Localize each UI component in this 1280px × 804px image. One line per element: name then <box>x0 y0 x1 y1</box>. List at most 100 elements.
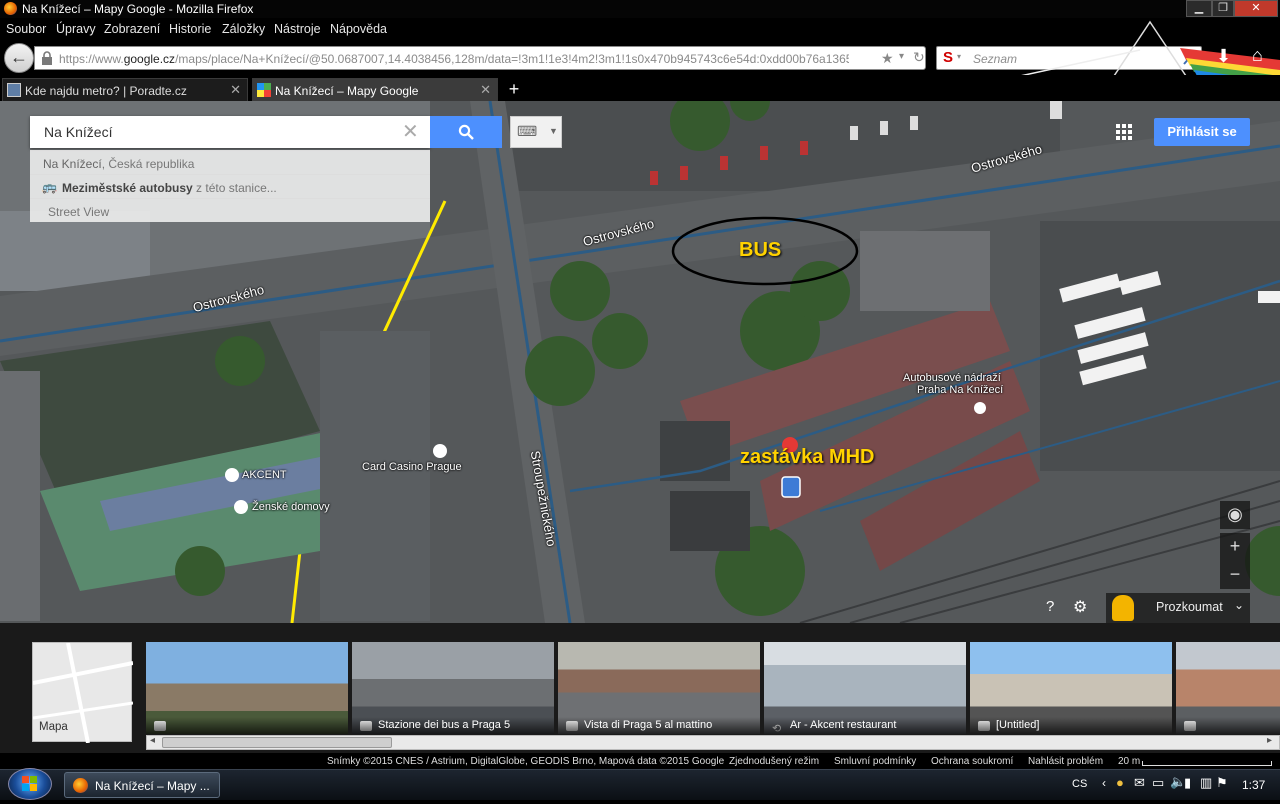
photo-thumbnail[interactable] <box>1176 642 1280 734</box>
privacy-link[interactable]: Ochrana soukromí <box>931 756 1013 767</box>
seznam-icon[interactable]: S <box>943 49 953 66</box>
start-button[interactable] <box>8 768 52 800</box>
street-view-link[interactable]: Street View <box>30 198 430 222</box>
photo-thumbnail[interactable]: Stazione dei bus a Praga 5 <box>352 642 554 734</box>
scroll-right-icon[interactable]: ▸ <box>1267 735 1272 746</box>
bookmark-star-icon[interactable]: ★ <box>881 50 894 67</box>
tab-close-icon[interactable]: ✕ <box>480 82 491 98</box>
photo-caption <box>146 717 348 734</box>
tab-close-icon[interactable]: ✕ <box>230 82 241 98</box>
chevron-down-icon: ▼ <box>549 126 558 136</box>
dorm-label[interactable]: Ženské domovy <box>252 501 330 513</box>
downloads-icon[interactable]: ⬇ <box>1216 46 1231 67</box>
menu-zalozky[interactable]: Záložky <box>222 22 265 36</box>
explore-button[interactable]: Prozkoumat ⌄ <box>1106 593 1250 623</box>
page-favicon-icon <box>7 83 21 97</box>
firefox-icon <box>4 2 17 15</box>
tab-mapy-google[interactable]: Na Knížecí – Mapy Google ✕ <box>252 78 498 101</box>
scale-label: 20 m <box>1118 756 1141 767</box>
zoom-out-button[interactable]: − <box>1220 561 1250 589</box>
window-title: Na Knížecí – Mapy Google - Mozilla Firef… <box>22 2 254 16</box>
hotel-poi-icon[interactable] <box>225 468 239 482</box>
bus-annotation: BUS <box>739 239 782 261</box>
scrollbar-thumb[interactable] <box>162 737 392 748</box>
clear-search-icon[interactable]: ✕ <box>402 119 419 144</box>
google-maps-favicon-icon <box>257 83 271 97</box>
tray-expand-icon[interactable]: ‹ <box>1102 776 1106 790</box>
search-input[interactable]: Na Knížecí <box>44 124 112 140</box>
bus-station-label[interactable]: Autobusové nádraží <box>903 372 1001 384</box>
zoom-in-button[interactable]: + <box>1220 533 1250 561</box>
new-tab-button[interactable]: + <box>504 79 524 99</box>
photo-caption: Ar - Akcent restaurant <box>764 717 966 734</box>
casino-label[interactable]: Card Casino Prague <box>362 461 462 473</box>
photo-caption: Stazione dei bus a Praga 5 <box>352 717 554 734</box>
menu-soubor[interactable]: Soubor <box>6 22 46 36</box>
menu-historie[interactable]: Historie <box>169 22 211 36</box>
sign-in-button[interactable]: Přihlásit se <box>1154 118 1250 146</box>
notification-icon[interactable]: ⚑ <box>1216 775 1228 791</box>
tab-label: Na Knížecí – Mapy Google <box>275 84 419 98</box>
taskbar-firefox-item[interactable]: Na Knížecí – Mapy ... <box>64 772 220 798</box>
bus-icon: 🚌 <box>42 180 57 194</box>
network-icon[interactable]: ▥ <box>1200 775 1212 791</box>
battery-icon[interactable]: ▮ <box>1184 775 1191 791</box>
simple-mode-link[interactable]: Zjednodušený režim <box>729 756 819 767</box>
search-icon <box>458 124 474 140</box>
suggestion-item[interactable]: 🚌 Meziměstské autobusy z této stanice... <box>30 174 430 198</box>
search-button[interactable] <box>430 116 502 148</box>
mail-icon[interactable]: ✉ <box>1134 775 1145 791</box>
photo-thumbnail[interactable]: Vista di Praga 5 al mattino <box>558 642 760 734</box>
input-tools-button[interactable]: ⌨ ▼ <box>510 116 562 148</box>
terms-link[interactable]: Smluvní podmínky <box>834 756 916 767</box>
explore-label: Prozkoumat <box>1156 600 1223 614</box>
home-icon[interactable]: ⌂ <box>1252 45 1263 66</box>
report-problem-link[interactable]: Nahlásit problém <box>1028 756 1103 767</box>
address-bar[interactable]: https://www.google.cz/maps/place/Na+Kníž… <box>34 46 926 70</box>
language-indicator[interactable]: CS <box>1072 778 1087 790</box>
scale-bar <box>1142 761 1272 766</box>
suggestion-item[interactable]: Na Knížecí, Česká republika <box>30 150 430 174</box>
search-engine-placeholder: Seznam <box>973 52 1018 66</box>
tray-app-icon[interactable]: ● <box>1116 775 1124 790</box>
my-location-button[interactable]: ◉ <box>1220 501 1250 529</box>
windows-logo-icon <box>22 776 37 791</box>
apps-grid-icon[interactable] <box>1116 124 1132 140</box>
bus-stop-icon[interactable] <box>781 476 801 498</box>
map-footer: Snímky ©2015 CNES / Astrium, DigitalGlob… <box>0 753 1280 769</box>
minimize-button[interactable]: ▁ <box>1186 0 1212 17</box>
maps-search-box[interactable]: Na Knížecí ✕ <box>30 116 430 148</box>
menu-napoveda[interactable]: Nápověda <box>330 22 387 36</box>
maximize-button[interactable]: ❐ <box>1212 0 1234 17</box>
reload-icon[interactable]: ↻ <box>913 49 925 66</box>
menu-upravy[interactable]: Úpravy <box>56 22 96 36</box>
hotel-label[interactable]: AKCENT <box>242 469 287 481</box>
keyboard-icon: ⌨ <box>517 123 538 139</box>
map-view-label: Mapa <box>39 721 68 733</box>
bus-station-label[interactable]: Praha Na Knížecí <box>917 384 1003 396</box>
close-window-button[interactable]: ✕ <box>1234 0 1278 17</box>
menu-zobrazeni[interactable]: Zobrazení <box>104 22 160 36</box>
history-dropdown-icon[interactable]: ▾ <box>899 51 904 62</box>
back-button[interactable]: ← <box>4 43 34 73</box>
chevron-down-icon: ⌄ <box>1234 598 1245 612</box>
pegman-icon[interactable] <box>1112 595 1134 621</box>
engine-dropdown-icon[interactable]: ▾ <box>957 52 961 61</box>
photo-thumbnail[interactable]: ⟲ Ar - Akcent restaurant <box>764 642 966 734</box>
casino-poi-icon[interactable] <box>433 444 447 458</box>
dorm-poi-icon[interactable] <box>234 500 248 514</box>
scroll-left-icon[interactable]: ◂ <box>150 735 155 746</box>
photo-thumbnail[interactable] <box>146 642 348 734</box>
taskbar-item-label: Na Knížecí – Mapy ... <box>95 779 210 793</box>
help-icon[interactable]: ? <box>1046 598 1054 615</box>
station-poi-icon[interactable] <box>974 402 986 414</box>
monitor-icon[interactable]: ▭ <box>1152 775 1164 791</box>
window-titlebar: Na Knížecí – Mapy Google - Mozilla Firef… <box>0 0 1280 18</box>
settings-gear-icon[interactable]: ⚙ <box>1073 597 1087 617</box>
menu-nastroje[interactable]: Nástroje <box>274 22 321 36</box>
clock[interactable]: 1:37 <box>1242 778 1265 792</box>
photo-thumbnail[interactable]: [Untitled] <box>970 642 1172 734</box>
tab-poradte[interactable]: Kde najdu metro? | Poradte.cz ✕ <box>2 78 248 101</box>
stop-annotation: zastávka MHD <box>740 446 875 468</box>
map-view-toggle[interactable]: Mapa <box>32 642 134 744</box>
